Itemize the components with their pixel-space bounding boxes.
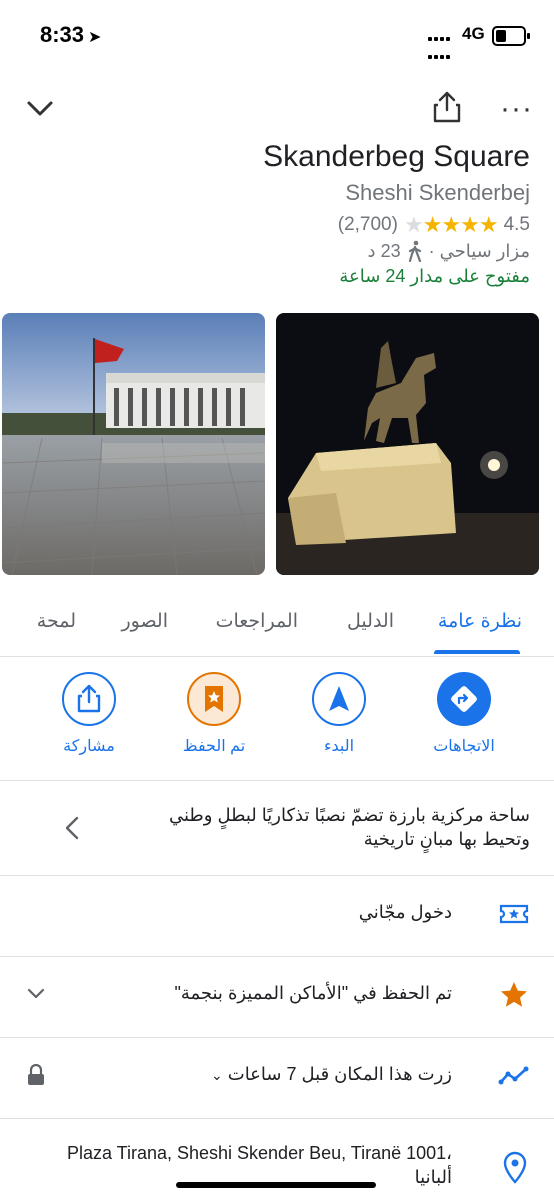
visited-text: زرت هذا المكان قبل 7 ساعات ⌄ bbox=[211, 1064, 452, 1084]
tab-directory[interactable]: الدليل bbox=[347, 610, 394, 633]
bookmark-star-icon bbox=[187, 672, 241, 726]
photo-square-opera[interactable] bbox=[2, 313, 265, 575]
review-count: (2,700) bbox=[337, 214, 398, 235]
saved-list-text: تم الحفظ في "الأماكن المميزة بنجمة" bbox=[174, 983, 452, 1003]
saved-list-row[interactable]: تم الحفظ في "الأماكن المميزة بنجمة" bbox=[0, 957, 554, 1038]
share-icon bbox=[62, 672, 116, 726]
star-icon bbox=[501, 982, 527, 1007]
battery-icon bbox=[492, 26, 530, 46]
chevron-down-icon: ⌄ bbox=[211, 1067, 223, 1083]
description-text: ساحة مركزية بارزة تضمّ نصبًا تذكاريًا لب… bbox=[169, 805, 530, 849]
tab-reviews[interactable]: المراجعات bbox=[216, 610, 298, 633]
tab-bar: نظرة عامة الدليل المراجعات الصور لمحة bbox=[0, 600, 554, 657]
navigation-icon bbox=[312, 672, 366, 726]
ticket-icon bbox=[499, 904, 529, 924]
chevron-down-icon[interactable] bbox=[26, 94, 54, 122]
rating-row[interactable]: (2,700) ★★★★★ 4.5 bbox=[338, 212, 530, 238]
description-row[interactable]: ساحة مركزية بارزة تضمّ نصبًا تذكاريًا لب… bbox=[0, 781, 554, 876]
photo-skanderbeg-statue[interactable] bbox=[276, 313, 539, 575]
hours-status[interactable]: مفتوح على مدار 24 ساعة bbox=[339, 266, 530, 287]
timeline-icon bbox=[498, 1066, 529, 1085]
more-icon[interactable]: ··· bbox=[500, 94, 533, 124]
chevron-down-icon[interactable] bbox=[26, 983, 46, 1003]
chevron-left-icon bbox=[65, 816, 79, 840]
saved-button[interactable]: تم الحفظ bbox=[159, 672, 269, 756]
info-row: مزار سياحي · 23 د bbox=[368, 240, 530, 262]
walk-time: 23 د bbox=[367, 240, 401, 261]
lock-icon bbox=[28, 1064, 44, 1085]
address-row[interactable]: Plaza Tirana, Sheshi Skender Beu, Tiranë… bbox=[0, 1121, 554, 1200]
rating-value: 4.5 bbox=[503, 214, 530, 235]
location-pin-icon bbox=[503, 1151, 527, 1184]
admission-row[interactable]: دخول مجّاني bbox=[0, 876, 554, 957]
share-button[interactable]: مشاركة bbox=[34, 672, 144, 756]
location-arrow-icon: ➤ bbox=[88, 29, 102, 46]
tab-photos[interactable]: الصور bbox=[121, 610, 168, 633]
action-buttons: الاتجاهات البدء تم الحفظ مشاركة bbox=[0, 660, 554, 781]
signal-icon bbox=[428, 28, 452, 64]
network-label: 4G bbox=[462, 24, 485, 43]
share-icon[interactable] bbox=[432, 90, 462, 124]
directions-button[interactable]: الاتجاهات bbox=[409, 672, 519, 756]
tab-about[interactable]: لمحة bbox=[37, 610, 76, 633]
admission-text: دخول مجّاني bbox=[358, 902, 452, 922]
rating-stars: ★★★★★ bbox=[403, 212, 499, 237]
walk-icon bbox=[408, 240, 421, 262]
start-button[interactable]: البدء bbox=[284, 672, 394, 756]
category-label: مزار سياحي · bbox=[428, 240, 530, 261]
visited-row[interactable]: زرت هذا المكان قبل 7 ساعات ⌄ bbox=[0, 1038, 554, 1119]
directions-icon bbox=[437, 672, 491, 726]
tab-indicator bbox=[434, 650, 520, 654]
home-indicator bbox=[176, 1182, 376, 1188]
clock: 8:33 ➤ bbox=[40, 22, 102, 47]
place-subtitle: Sheshi Skenderbej bbox=[345, 180, 530, 205]
top-bar: ··· bbox=[0, 80, 554, 140]
place-title: Skanderbeg Square bbox=[263, 140, 530, 173]
tab-overview[interactable]: نظرة عامة bbox=[438, 610, 522, 633]
status-bar: 8:33 ➤ 4G bbox=[0, 0, 554, 70]
